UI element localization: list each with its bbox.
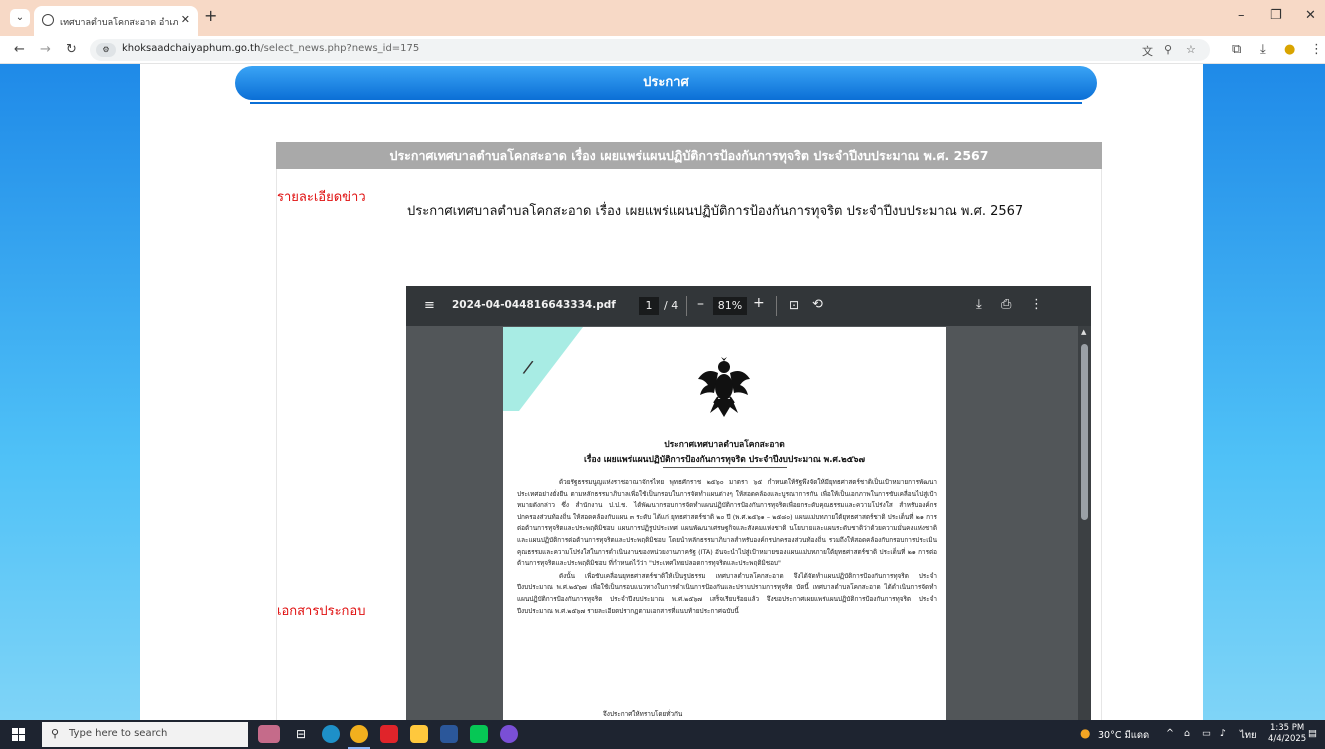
browser-menu-icon[interactable]: ⋮ — [1310, 42, 1323, 57]
tray-expand-icon[interactable]: ^ — [1166, 728, 1174, 739]
taskbar-clock[interactable]: 1:35 PM 4/4/2025 — [1268, 723, 1306, 745]
pdf-page-total: / 4 — [664, 299, 679, 312]
pdf-page: / ประกาศเทศบาลตำบลโคกสะอาด เรื่อง เผยแพร… — [503, 327, 946, 720]
news-detail-label: รายละเอียดข่าว — [277, 190, 366, 205]
file-explorer-icon[interactable] — [410, 725, 428, 743]
pdf-zoom-input[interactable]: 81% — [713, 297, 747, 315]
document-paragraph: ดังนั้น เพื่อขับเคลื่อนยุทธศาสตร์ชาติให้… — [517, 571, 937, 615]
news-widget-icon[interactable] — [258, 725, 280, 743]
browser-window: ⌄ เทศบาลตำบลโคกสะอาด อำเภอหนองบัวแดง ✕ +… — [0, 0, 1325, 749]
section-banner: ประกาศ — [235, 66, 1097, 100]
document-stamp-corner — [503, 327, 583, 411]
page-viewport: ประกาศ ประกาศเทศบาลตำบลโคกสะอาด เรื่อง เ… — [0, 64, 1325, 720]
window-close-icon[interactable]: ✕ — [1305, 8, 1316, 23]
chrome-browser-icon[interactable] — [350, 725, 368, 743]
clock-time: 1:35 PM — [1269, 723, 1305, 733]
translate-icon[interactable]: 文 — [1142, 43, 1153, 59]
downloads-icon[interactable]: ⤓ — [1260, 42, 1266, 57]
document-subject: เรื่อง เผยแพร่แผนปฏิบัติการป้องกันการทุจ… — [584, 455, 865, 465]
display-icon[interactable]: ▭ — [1202, 728, 1211, 739]
url-path: /select_news.php?news_id=175 — [260, 43, 420, 54]
site-info-icon[interactable]: ⚙ — [96, 43, 116, 57]
clock-date: 4/4/2025 — [1268, 734, 1307, 744]
scroll-up-icon[interactable]: ▲ — [1081, 328, 1086, 336]
news-title-bar: ประกาศเทศบาลตำบลโคกสะอาด เรื่อง เผยแพร่แ… — [276, 142, 1102, 169]
main-content: ประกาศ ประกาศเทศบาลตำบลโคกสะอาด เรื่อง เ… — [140, 64, 1203, 720]
volume-icon[interactable]: ♪ — [1220, 728, 1226, 739]
pdf-download-icon[interactable]: ⤓ — [976, 297, 982, 312]
tab-search-chevron-icon[interactable]: ⌄ — [10, 9, 30, 27]
pdf-toolbar-divider — [776, 296, 777, 316]
new-tab-button[interactable]: + — [204, 6, 217, 25]
minimize-icon[interactable]: – — [1238, 8, 1245, 23]
line-app-icon[interactable] — [470, 725, 488, 743]
right-background-panel — [1203, 64, 1325, 720]
reload-icon[interactable]: ↻ — [66, 42, 77, 57]
windows-taskbar: ⚲ Type here to search ⊟ ● 30°C มีแดด ^ ⌂… — [0, 720, 1325, 749]
globe-icon — [42, 14, 54, 26]
back-arrow-icon[interactable]: ← — [14, 42, 25, 57]
youtube-app-icon[interactable] — [380, 725, 398, 743]
extensions-icon[interactable]: ⧉ — [1232, 42, 1241, 57]
bookmark-star-icon[interactable]: ☆ — [1186, 43, 1196, 56]
document-closing: จึงประกาศให้ทราบโดยทั่วกัน — [603, 710, 683, 718]
document-rule — [663, 467, 787, 468]
weather-sun-icon: ● — [1080, 726, 1091, 740]
pdf-scrollbar[interactable]: ▲ — [1078, 326, 1091, 720]
address-bar[interactable]: ⚙ khoksaadchaiyaphum.go.th/select_news.p… — [90, 39, 1210, 61]
pdf-print-icon[interactable]: ⎙ — [1001, 297, 1011, 312]
restore-icon[interactable]: ❐ — [1270, 8, 1282, 23]
profile-avatar-icon[interactable]: ● — [1284, 42, 1295, 57]
search-icon: ⚲ — [51, 727, 60, 740]
network-icon[interactable]: ⌂ — [1184, 728, 1190, 739]
document-heading: ประกาศเทศบาลตำบลโคกสะอาด — [664, 440, 785, 450]
input-language[interactable]: ไทย — [1240, 728, 1257, 743]
left-background-panel — [0, 64, 140, 720]
tab-close-icon[interactable]: ✕ — [181, 13, 190, 26]
pdf-more-icon[interactable]: ⋮ — [1030, 297, 1043, 312]
task-view-icon[interactable]: ⊟ — [292, 725, 310, 743]
pdf-zoom-in-icon[interactable]: + — [753, 295, 765, 311]
pdf-toolbar: ≡ 2024-04-044816643334.pdf 1 / 4 – 81% +… — [406, 286, 1091, 326]
taskbar-search-input[interactable]: ⚲ Type here to search — [42, 722, 248, 747]
pdf-scroll-thumb[interactable] — [1081, 344, 1088, 520]
tab-title: เทศบาลตำบลโคกสะอาด อำเภอหนองบัวแดง — [60, 18, 178, 28]
notification-icon[interactable]: ▤ — [1308, 728, 1317, 739]
news-detail-text: ประกาศเทศบาลตำบลโคกสะอาด เรื่อง เผยแพร่แ… — [407, 204, 1024, 219]
pdf-fit-page-icon[interactable]: ⊡ — [789, 298, 799, 312]
url-host: khoksaadchaiyaphum.go.th — [122, 43, 261, 54]
pdf-rotate-icon[interactable]: ⟲ — [812, 297, 823, 312]
search-placeholder: Type here to search — [69, 728, 168, 739]
chrome-profile-icon[interactable] — [500, 725, 518, 743]
url-text[interactable]: khoksaadchaiyaphum.go.th/select_news.php… — [122, 43, 419, 54]
pdf-zoom-out-icon[interactable]: – — [697, 296, 704, 312]
pdf-toolbar-divider — [686, 296, 687, 316]
tab-strip: ⌄ เทศบาลตำบลโคกสะอาด อำเภอหนองบัวแดง ✕ +… — [0, 0, 1325, 36]
pdf-filename: 2024-04-044816643334.pdf — [452, 299, 616, 311]
pdf-viewer[interactable]: ≡ 2024-04-044816643334.pdf 1 / 4 – 81% +… — [406, 286, 1091, 720]
pdf-menu-icon[interactable]: ≡ — [424, 298, 435, 313]
document-paragraph: ด้วยรัฐธรรมนูญแห่งราชอาณาจักรไทย พุทธศัก… — [517, 478, 937, 568]
banner-underline — [250, 102, 1082, 104]
attachment-label: เอกสารประกอบ — [277, 604, 366, 619]
weather-text[interactable]: 30°C มีแดด — [1098, 728, 1149, 743]
edge-browser-icon[interactable] — [322, 725, 340, 743]
word-app-icon[interactable] — [440, 725, 458, 743]
tab-active[interactable]: เทศบาลตำบลโคกสะอาด อำเภอหนองบัวแดง ✕ — [34, 6, 198, 36]
document-body: ด้วยรัฐธรรมนูญแห่งราชอาณาจักรไทย พุทธศัก… — [517, 477, 937, 618]
garuda-emblem-icon — [698, 357, 750, 417]
windows-start-icon[interactable] — [12, 728, 25, 741]
pdf-page-input[interactable]: 1 — [639, 297, 659, 315]
forward-arrow-icon[interactable]: → — [40, 42, 51, 57]
browser-toolbar: ← → ↻ ⚙ khoksaadchaiyaphum.go.th/select_… — [0, 36, 1325, 64]
zoom-icon[interactable]: ⚲ — [1164, 43, 1172, 56]
